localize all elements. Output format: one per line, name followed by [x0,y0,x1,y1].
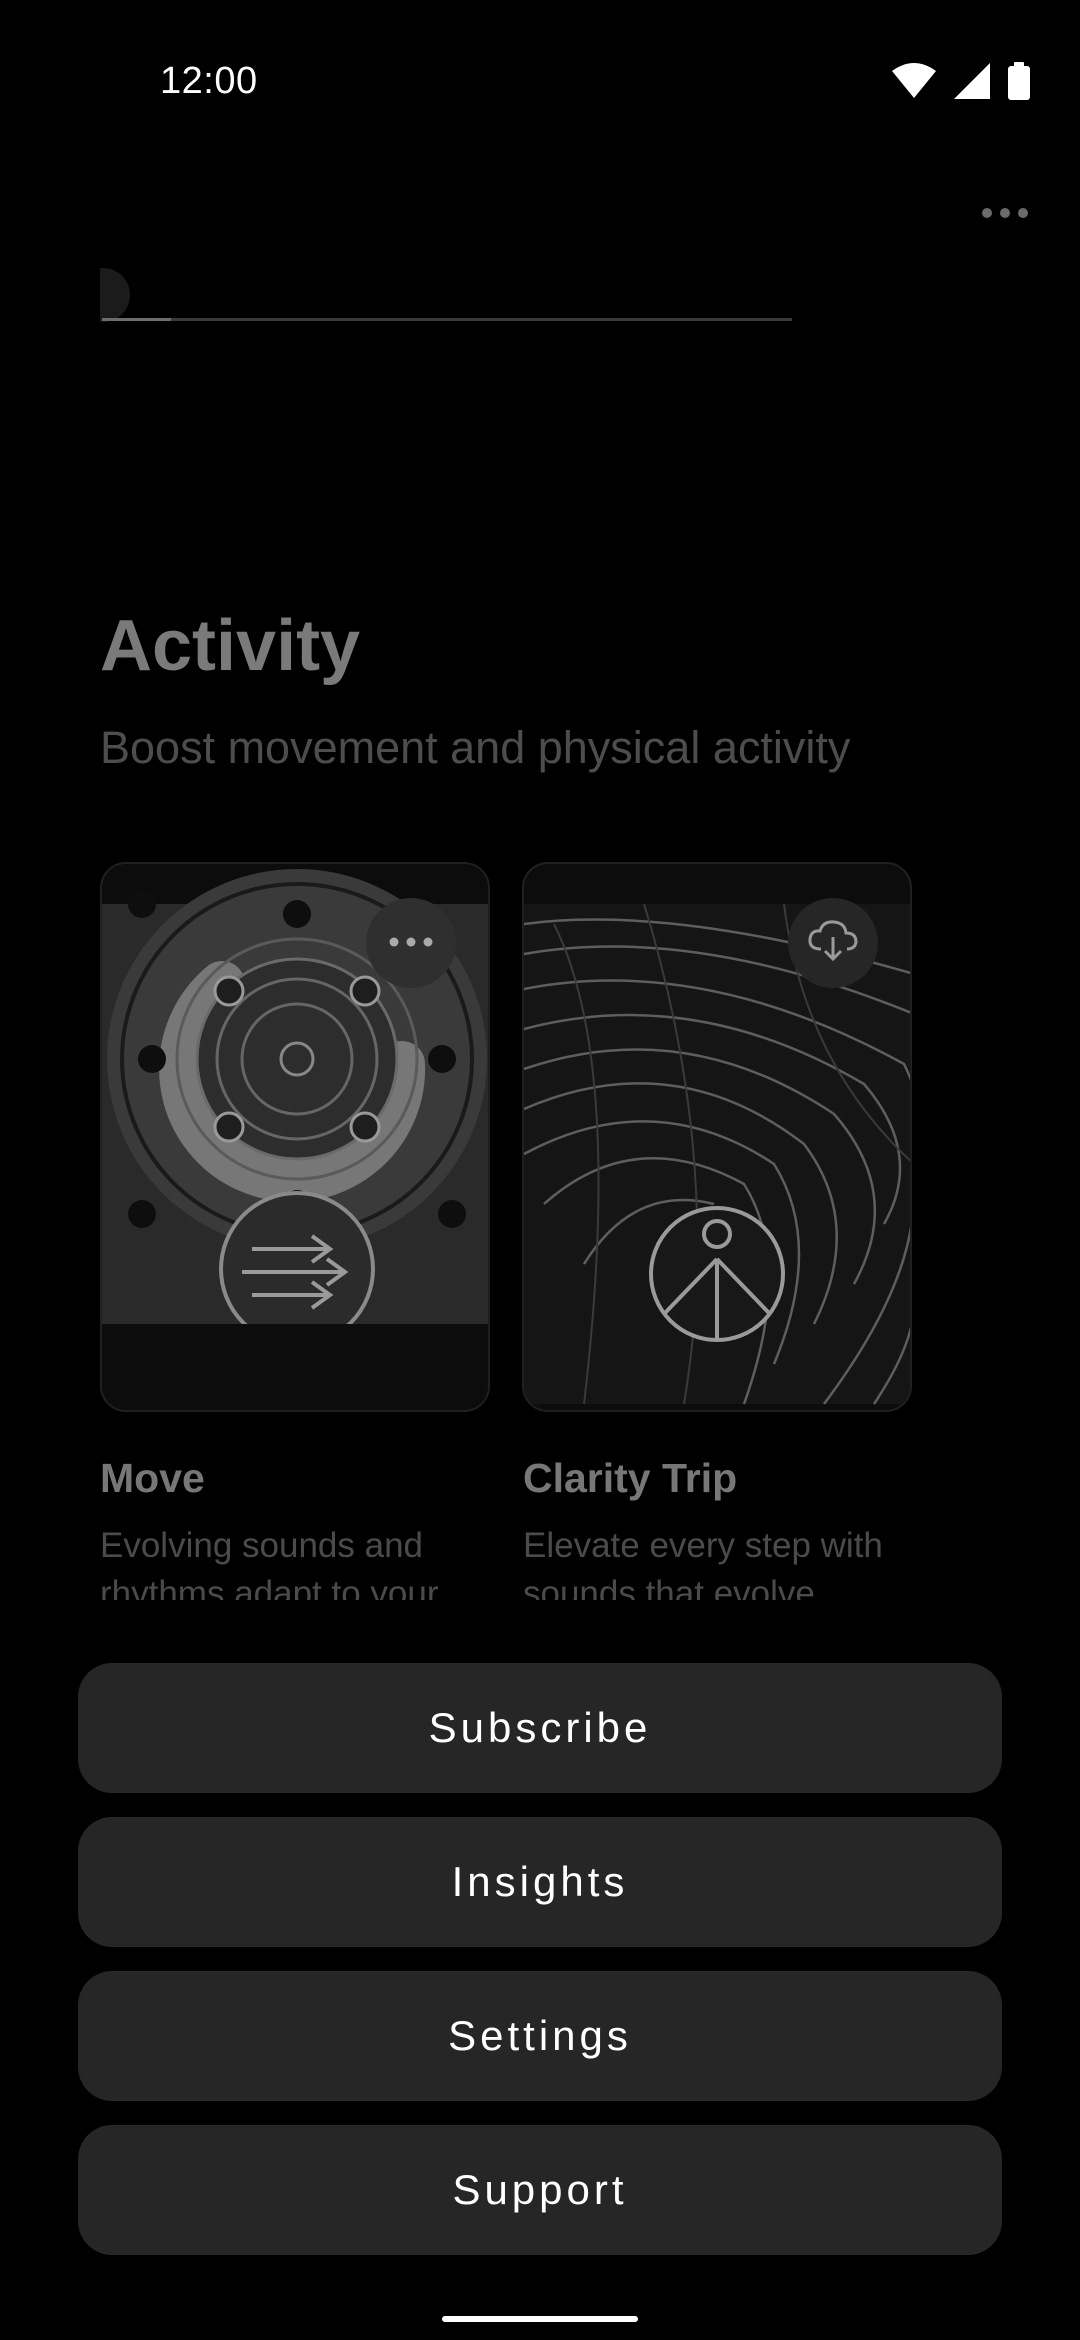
menu-sheet: Subscribe Insights Settings Support [78,1663,1002,2279]
player-progress-knob[interactable] [100,268,130,322]
section-title: Activity [100,606,361,686]
card-title-clarity-trip: Clarity Trip [523,1455,738,1501]
cloud-download-icon [807,919,859,968]
support-button[interactable]: Support [78,2125,1002,2255]
player-progress-bar[interactable] [102,318,792,321]
more-horizontal-icon [389,934,433,952]
home-indicator[interactable] [442,2316,638,2322]
screen: 12:00 Activity Boost movement and physic… [0,0,1080,2340]
background-page: Activity Boost movement and physical act… [0,0,1080,1600]
card-description-move: Evolving sounds and rhythms adapt to you… [100,1526,439,1600]
more-options-button[interactable] [970,190,1040,240]
insights-button[interactable]: Insights [78,1817,1002,1947]
subscribe-button[interactable]: Subscribe [78,1663,1002,1793]
download-button[interactable] [788,898,878,988]
settings-button[interactable]: Settings [78,1971,1002,2101]
more-horizontal-icon [981,206,1029,224]
card-move[interactable] [100,862,490,1412]
card-clarity-trip[interactable] [522,862,912,1412]
card-description-clarity-trip: Elevate every step with sounds that evol… [523,1526,883,1600]
card-title-move: Move [100,1455,205,1501]
section-subtitle: Boost movement and physical activity [100,722,851,773]
player-progress-fill [102,318,171,321]
card-options-button[interactable] [366,898,456,988]
